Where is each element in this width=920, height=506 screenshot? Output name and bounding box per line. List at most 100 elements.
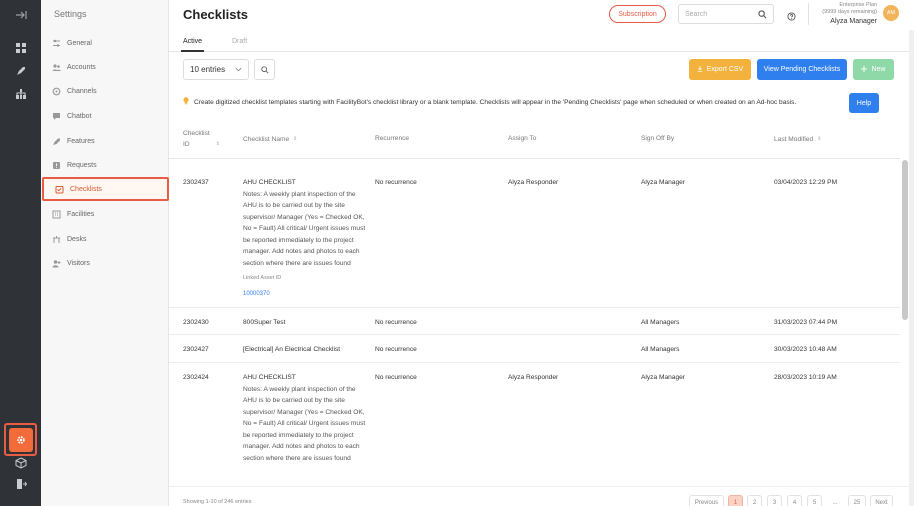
recurrence: No recurrence — [375, 319, 417, 326]
showing-entries-text: Showing 1-10 of 246 entries — [183, 499, 252, 505]
sidebar-item-label: Accounts — [67, 63, 96, 71]
sidebar-item-accounts[interactable]: Accounts — [41, 55, 169, 79]
sidebar-item-channels[interactable]: Channels — [41, 79, 169, 103]
checklist-icon — [55, 185, 64, 194]
sidebar-item-facilities[interactable]: Facilities — [41, 202, 169, 226]
active-tab-indicator — [181, 50, 204, 52]
sign-off-by: Alyza Manager — [641, 179, 685, 186]
last-modified: 28/03/2023 10:19 AM — [774, 374, 837, 381]
sidebar-item-visitors[interactable]: Visitors — [41, 251, 169, 275]
sort-icon: ⇕ — [293, 136, 298, 142]
avatar[interactable]: AM — [883, 5, 899, 21]
page-scrollbar-track[interactable] — [909, 30, 914, 506]
search-input[interactable]: Search — [678, 4, 774, 24]
sidebar-item-requests[interactable]: Requests — [41, 153, 169, 177]
pagination-page-5[interactable]: 5 — [807, 495, 822, 506]
entries-select[interactable]: 10 entries — [183, 59, 249, 80]
app-rail — [0, 0, 41, 506]
sidebar-item-label: Facilities — [67, 210, 95, 218]
checklist-name-cell: AHU CHECKLIST Notes: A weekly plant insp… — [243, 372, 368, 464]
sidebar-item-features[interactable]: Features — [41, 129, 169, 153]
table-row[interactable]: 2302430 800Super Test No recurrence All … — [169, 308, 900, 335]
info-message: Create digitized checklist templates sta… — [183, 97, 843, 107]
users-icon — [52, 63, 61, 72]
sidebar-item-chatbot[interactable]: Chatbot — [41, 104, 169, 128]
rocket-icon — [52, 137, 61, 146]
entries-value: 10 entries — [190, 65, 226, 74]
table-row[interactable]: 2302424 AHU CHECKLIST Notes: A weekly pl… — [169, 363, 900, 485]
header-id-line1: Checklist — [183, 130, 210, 137]
pagination-next[interactable]: Next — [870, 495, 893, 506]
gear-icon — [8, 427, 33, 452]
checklists-table: Checklist ID ⇕ Checklist Name ⇕ Recurrence… — [169, 121, 900, 485]
info-text: Create digitized checklist templates sta… — [194, 98, 797, 106]
view-pending-checklists-button[interactable]: View Pending Checklists — [757, 59, 847, 80]
tab-draft[interactable]: Draft — [232, 38, 247, 45]
new-checklist-button[interactable]: New — [853, 59, 894, 80]
last-modified: 31/03/2023 07:44 PM — [774, 319, 838, 326]
status-tabs: Active Draft — [169, 31, 914, 52]
user-name[interactable]: Alyza Manager — [809, 18, 877, 25]
pagination-page-3[interactable]: 3 — [767, 495, 782, 506]
lightbulb-icon — [183, 97, 189, 107]
assign-to: Alyza Responder — [508, 179, 559, 186]
table-row[interactable]: 2302437 AHU CHECKLIST Notes: A weekly pl… — [169, 171, 900, 308]
sign-off-by: Alyza Manager — [641, 374, 685, 381]
sign-off-by: All Managers — [641, 319, 680, 326]
sidebar-item-label: Checklists — [70, 185, 102, 193]
export-csv-label: Export CSV — [706, 66, 744, 73]
chat-icon — [52, 112, 61, 121]
checklist-id: 2302427 — [183, 346, 209, 353]
dashboard-icon[interactable] — [0, 37, 41, 59]
table-search-button[interactable] — [254, 59, 275, 80]
sidebar-item-general[interactable]: General — [41, 31, 169, 55]
tab-active[interactable]: Active — [183, 38, 202, 45]
rocket-icon[interactable] — [0, 60, 41, 82]
help-button[interactable]: Help — [849, 93, 879, 113]
column-header-checklist-name[interactable]: Checklist Name ⇕ — [243, 134, 297, 145]
sidebar-item-label: General — [67, 39, 92, 47]
building-icon — [52, 210, 61, 219]
logout-icon[interactable] — [0, 473, 41, 495]
column-header-checklist-id[interactable]: Checklist ID ⇕ — [183, 129, 220, 150]
plan-remaining: (9999 days remaining) — [822, 9, 877, 15]
pagination-previous[interactable]: Previous — [689, 495, 724, 506]
checklist-name: 800Super Test — [243, 319, 286, 326]
search-placeholder: Search — [685, 10, 708, 18]
sidebar-item-label: Requests — [67, 161, 97, 169]
sort-icon: ⇕ — [215, 141, 220, 147]
checklist-id: 2302424 — [183, 374, 209, 381]
pagination-page-2[interactable]: 2 — [747, 495, 762, 506]
sidebar-item-desks[interactable]: Desks — [41, 227, 169, 251]
export-csv-button[interactable]: Export CSV — [689, 59, 751, 80]
table-row[interactable]: 2302427 [Electrical] An Electrical Check… — [169, 335, 900, 363]
recurrence: No recurrence — [375, 346, 417, 353]
collapse-menu-icon[interactable] — [0, 4, 41, 26]
pagination-page-1[interactable]: 1 — [728, 495, 743, 506]
desk-icon — [52, 235, 61, 244]
column-header-assign-to: Assign To — [508, 135, 537, 142]
linked-asset-label: Linked Asset ID — [243, 275, 282, 281]
search-icon — [260, 61, 269, 79]
box-icon[interactable] — [0, 452, 41, 474]
sidebar-item-label: Channels — [67, 87, 97, 95]
table-scrollbar[interactable] — [902, 160, 908, 320]
subscription-button[interactable]: Subscription — [609, 5, 666, 23]
help-circle-icon[interactable] — [787, 8, 796, 26]
sidebar-item-checklists[interactable]: Checklists — [42, 177, 169, 201]
column-header-last-modified[interactable]: Last Modified ⇕ — [774, 134, 821, 145]
recurrence: No recurrence — [375, 374, 417, 381]
visitor-icon — [52, 259, 61, 268]
page-title: Checklists — [183, 7, 249, 22]
last-modified: 03/04/2023 12:29 PM — [774, 179, 838, 186]
linked-asset-link[interactable]: 10000370 — [243, 289, 368, 301]
pagination-page-4[interactable]: 4 — [787, 495, 802, 506]
sign-off-by: All Managers — [641, 346, 680, 353]
sidebar-item-label: Features — [67, 137, 95, 145]
settings-sidebar: Settings General Accounts Channels Chatb… — [41, 0, 169, 506]
recurrence: No recurrence — [375, 179, 417, 186]
sidebar-item-label: Desks — [67, 235, 87, 243]
download-icon — [697, 65, 703, 74]
pagination-page-25[interactable]: 25 — [848, 495, 866, 506]
org-chart-icon[interactable] — [0, 83, 41, 105]
